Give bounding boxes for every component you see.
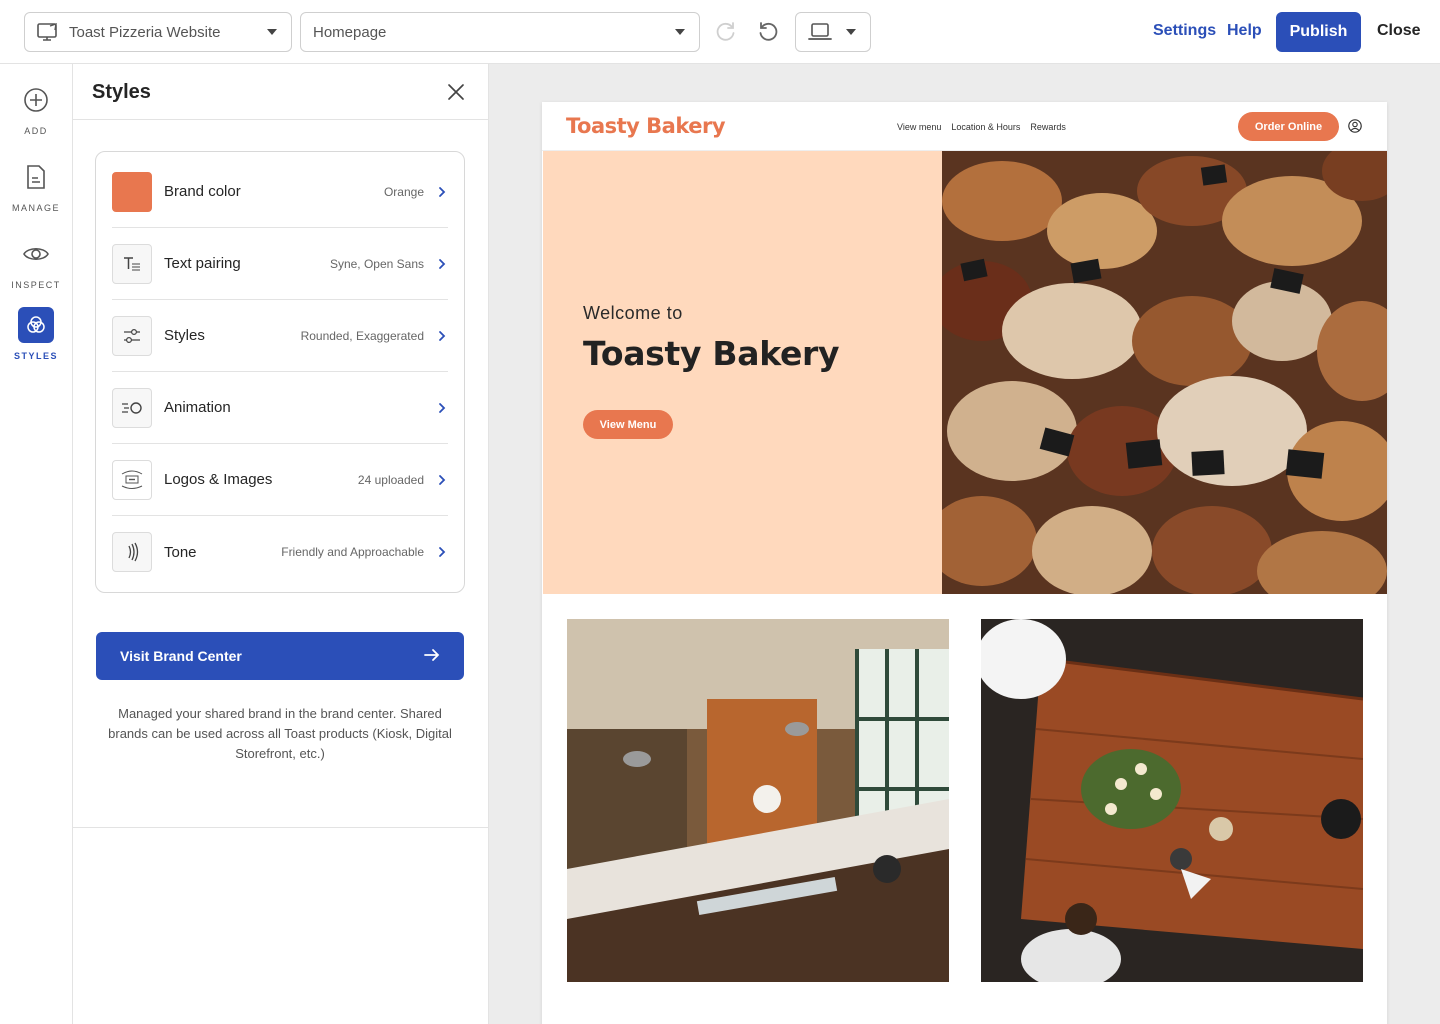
rail-item-label: MANAGE xyxy=(11,203,60,213)
styles-card: Brand color Orange Text pairing Syne, Op… xyxy=(95,151,465,593)
site-nav-link[interactable]: View menu xyxy=(897,122,941,132)
account-icon[interactable] xyxy=(1348,119,1362,133)
row-value: Friendly and Approachable xyxy=(281,545,424,559)
pastries-photo xyxy=(927,141,1387,611)
row-animation[interactable]: Animation xyxy=(112,372,448,444)
close-icon[interactable] xyxy=(446,82,466,102)
logo-thumbnail-icon xyxy=(112,459,152,500)
site-logo[interactable]: Toasty Bakery xyxy=(566,114,726,138)
brand-center-note: Managed your shared brand in the brand c… xyxy=(108,706,452,761)
page-select[interactable]: Homepage xyxy=(300,12,700,52)
site-select[interactable]: Toast Pizzeria Website xyxy=(24,12,292,52)
rail-item-manage[interactable]: MANAGE xyxy=(0,159,72,213)
site-select-label: Toast Pizzeria Website xyxy=(69,23,221,41)
publish-button[interactable]: Publish xyxy=(1276,12,1361,52)
site-editor-icon xyxy=(37,22,59,42)
sliders-icon xyxy=(112,315,152,356)
rail-item-add[interactable]: ADD xyxy=(0,82,72,136)
chevron-right-icon xyxy=(439,547,446,557)
redo-icon[interactable] xyxy=(714,20,738,44)
chevron-down-icon xyxy=(675,29,685,35)
styles-circles-icon xyxy=(18,307,54,343)
rail-item-inspect[interactable]: INSPECT xyxy=(0,236,72,290)
rail-item-label: ADD xyxy=(24,126,48,136)
row-name: Brand color xyxy=(164,183,241,200)
row-brand-color[interactable]: Brand color Orange xyxy=(112,156,448,228)
eye-icon xyxy=(18,236,54,272)
sound-waves-icon xyxy=(112,532,152,572)
document-icon xyxy=(18,159,54,195)
row-styles[interactable]: Styles Rounded, Exaggerated xyxy=(112,300,448,372)
chevron-down-icon xyxy=(267,29,277,35)
chevron-right-icon xyxy=(439,258,446,269)
site-nav-link[interactable]: Location & Hours xyxy=(951,122,1020,132)
row-value: Rounded, Exaggerated xyxy=(300,328,424,343)
row-value: 24 uploaded xyxy=(357,472,424,487)
panel-divider xyxy=(73,827,488,828)
order-online-button[interactable]: Order Online xyxy=(1238,112,1339,141)
site-nav: Toasty Bakery View menu Location & Hours… xyxy=(542,102,1387,151)
hero-section: Welcome to Toasty Bakery View Menu xyxy=(543,141,1387,611)
panel-title: Styles xyxy=(92,81,151,103)
left-rail: ADD MANAGE INSPECT STYLES xyxy=(0,64,73,1024)
close-button[interactable]: Close xyxy=(1377,22,1421,40)
cafe-table-photo xyxy=(981,619,1363,982)
row-name: Styles xyxy=(164,327,205,344)
top-bar: Toast Pizzeria Website Homepage Settings… xyxy=(0,0,1440,64)
settings-link[interactable]: Settings xyxy=(1153,22,1216,40)
laptop-icon xyxy=(808,22,832,42)
text-pairing-icon xyxy=(112,243,152,284)
row-logos-images[interactable]: Logos & Images 24 uploaded xyxy=(112,444,448,516)
row-tone[interactable]: Tone Friendly and Approachable xyxy=(112,516,448,588)
chevron-right-icon xyxy=(439,474,446,485)
row-name: Text pairing xyxy=(164,255,241,272)
row-value: Syne, Open Sans xyxy=(329,256,424,271)
arrow-right-icon xyxy=(424,648,440,665)
bakery-interior-photo xyxy=(567,619,949,982)
brand-button-label: Visit Brand Center xyxy=(120,648,242,664)
undo-icon[interactable] xyxy=(756,20,780,44)
row-text-pairing[interactable]: Text pairing Syne, Open Sans xyxy=(112,228,448,300)
row-value: Orange xyxy=(383,184,424,199)
view-menu-button[interactable]: View Menu xyxy=(583,410,673,439)
help-link[interactable]: Help xyxy=(1227,22,1262,40)
website-preview[interactable]: Toasty Bakery View menu Location & Hours… xyxy=(542,102,1387,1024)
plus-circle-icon xyxy=(18,82,54,118)
visit-brand-center-button[interactable]: Visit Brand Center xyxy=(96,632,464,680)
chevron-right-icon xyxy=(439,186,446,197)
device-select[interactable] xyxy=(795,12,871,52)
hero-welcome: Welcome to xyxy=(583,303,683,323)
chevron-right-icon xyxy=(439,330,446,341)
row-name: Tone xyxy=(164,543,197,561)
row-name: Animation xyxy=(164,399,231,416)
rail-item-label: STYLES xyxy=(13,351,58,361)
brand-color-swatch xyxy=(112,171,152,212)
animation-icon xyxy=(112,387,152,428)
row-name: Logos & Images xyxy=(164,471,273,488)
page-select-label: Homepage xyxy=(313,23,387,41)
panel-header: Styles xyxy=(73,64,488,120)
site-nav-link[interactable]: Rewards xyxy=(1030,122,1066,132)
rail-item-styles[interactable]: STYLES xyxy=(0,307,72,361)
chevron-down-icon xyxy=(846,29,856,35)
site-nav-links: View menu Location & Hours Rewards xyxy=(897,122,1066,132)
hero-title: Toasty Bakery xyxy=(583,334,840,373)
preview-canvas: Toasty Bakery View menu Location & Hours… xyxy=(489,64,1440,1024)
styles-panel: Styles Brand color Orange Text pairing S… xyxy=(73,64,489,1024)
rail-item-label: INSPECT xyxy=(11,280,61,290)
chevron-right-icon xyxy=(439,402,446,413)
hero-text-block: Welcome to Toasty Bakery View Menu xyxy=(543,151,942,594)
